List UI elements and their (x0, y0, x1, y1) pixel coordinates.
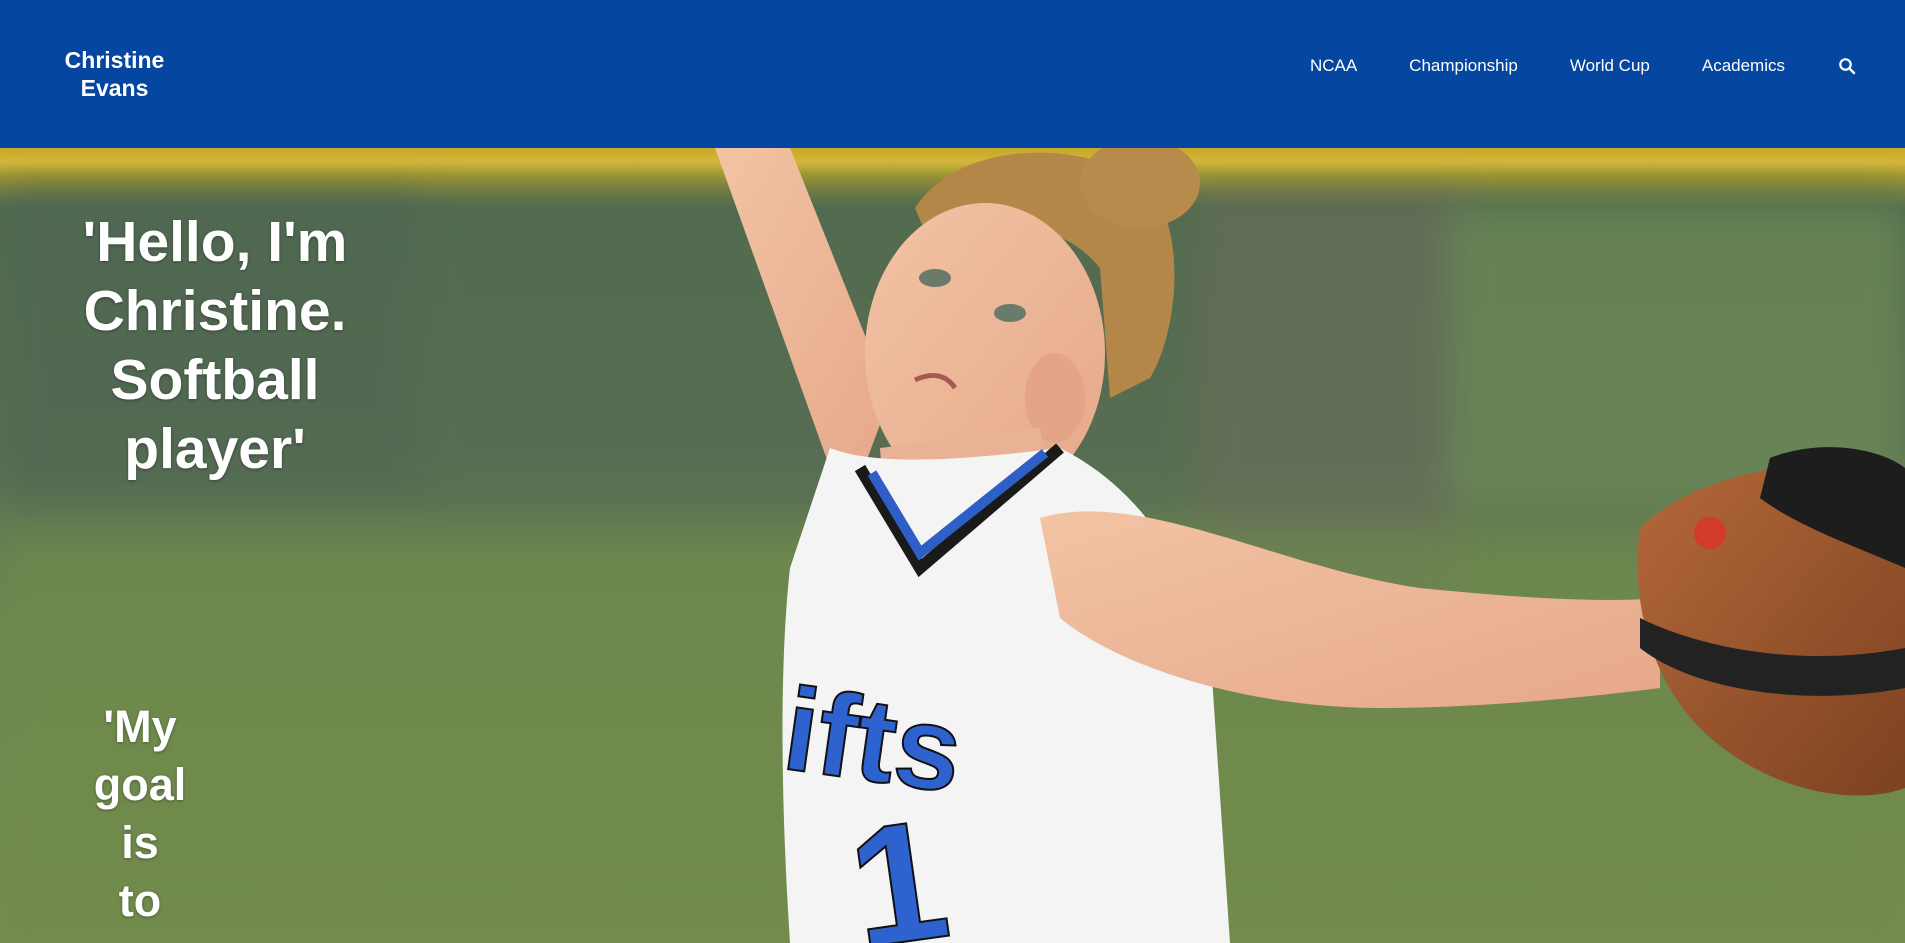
site-header: Christine Evans NCAA Championship World … (0, 0, 1905, 148)
nav-item-academics[interactable]: Academics (1702, 56, 1785, 76)
search-icon (1839, 58, 1856, 75)
hero-section: ifts 1 'Hello, I'm Christine. Softball p… (0, 148, 1905, 943)
hero-goal-text: 'My goal is to t (93, 701, 187, 943)
search-button[interactable] (1837, 56, 1857, 76)
nav-item-world-cup[interactable]: World Cup (1570, 56, 1650, 76)
nav-item-championship[interactable]: Championship (1409, 56, 1518, 76)
nav-item-ncaa[interactable]: NCAA (1310, 56, 1357, 76)
hero-headline: 'Hello, I'm Christine. Softball player' (82, 210, 348, 481)
main-nav: NCAA Championship World Cup Academics (1310, 56, 1857, 76)
site-brand[interactable]: Christine Evans (52, 46, 177, 102)
